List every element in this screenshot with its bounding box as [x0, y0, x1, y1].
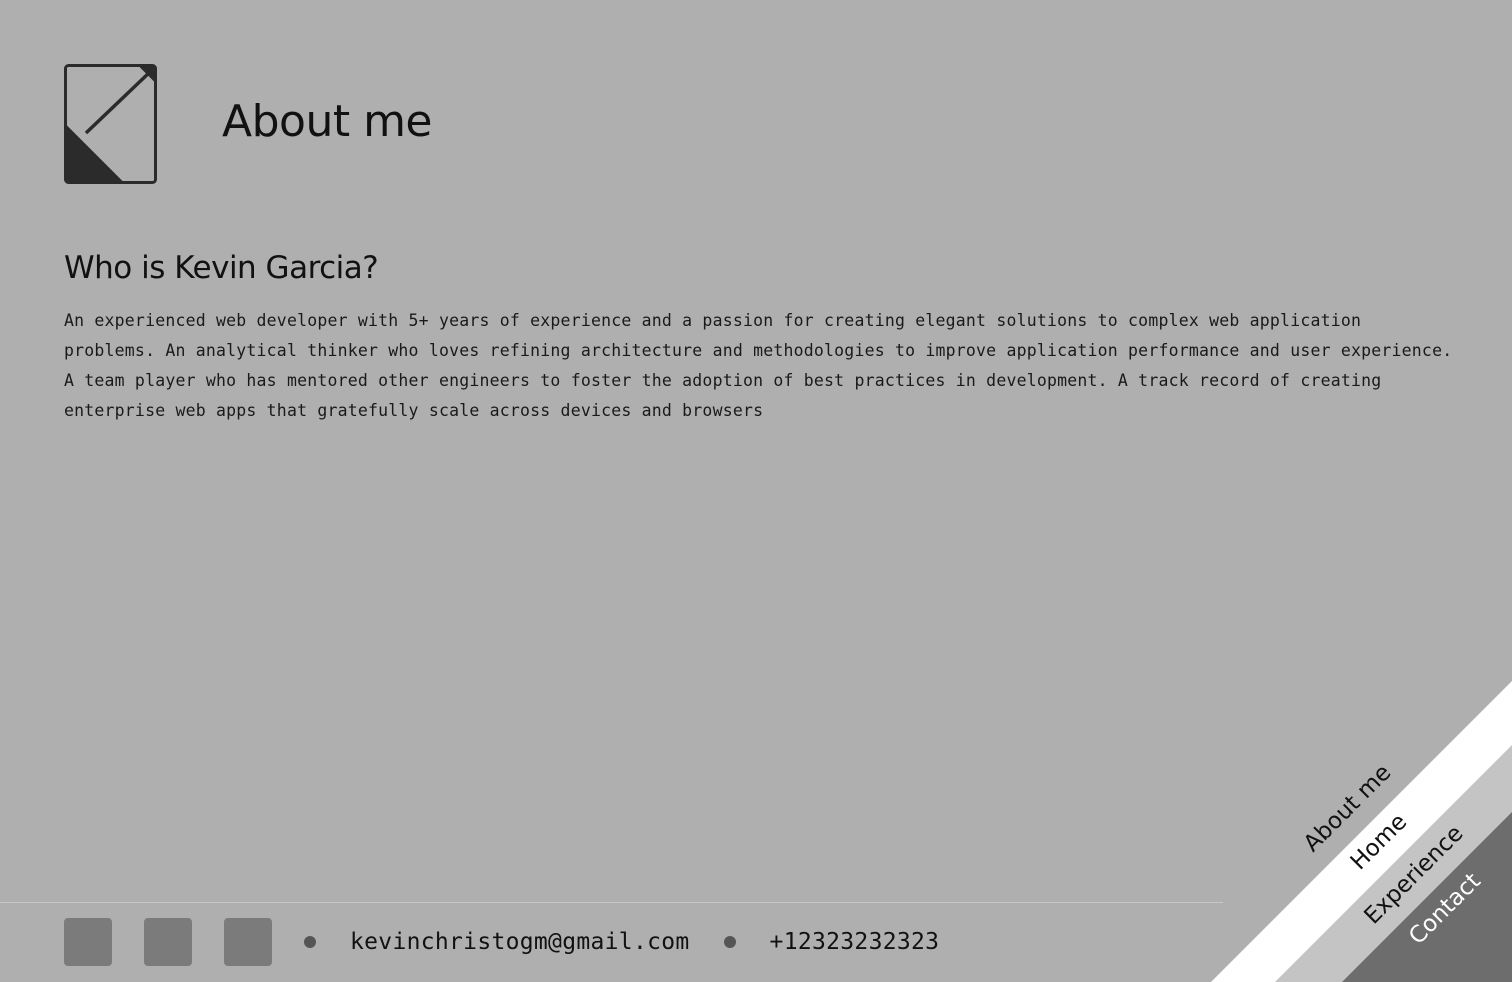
logo[interactable]	[64, 64, 157, 184]
corner-nav	[1211, 681, 1512, 982]
contact-phone[interactable]: +12323232323	[770, 929, 940, 955]
about-heading: Who is Kevin Garcia?	[64, 250, 379, 286]
social-icon-1[interactable]	[64, 918, 112, 966]
logo-icon	[64, 64, 157, 184]
bullet-dot	[304, 936, 316, 948]
bullet-dot	[723, 936, 736, 948]
footer: kevinchristogm@gmail.com +12323232323	[64, 918, 973, 966]
page-title: About me	[222, 96, 433, 147]
footer-divider	[0, 902, 1223, 903]
contact-email[interactable]: kevinchristogm@gmail.com	[350, 929, 690, 955]
social-icon-3[interactable]	[224, 918, 272, 966]
about-bio: An experienced web developer with 5+ yea…	[64, 311, 1453, 420]
social-icon-2[interactable]	[144, 918, 192, 966]
